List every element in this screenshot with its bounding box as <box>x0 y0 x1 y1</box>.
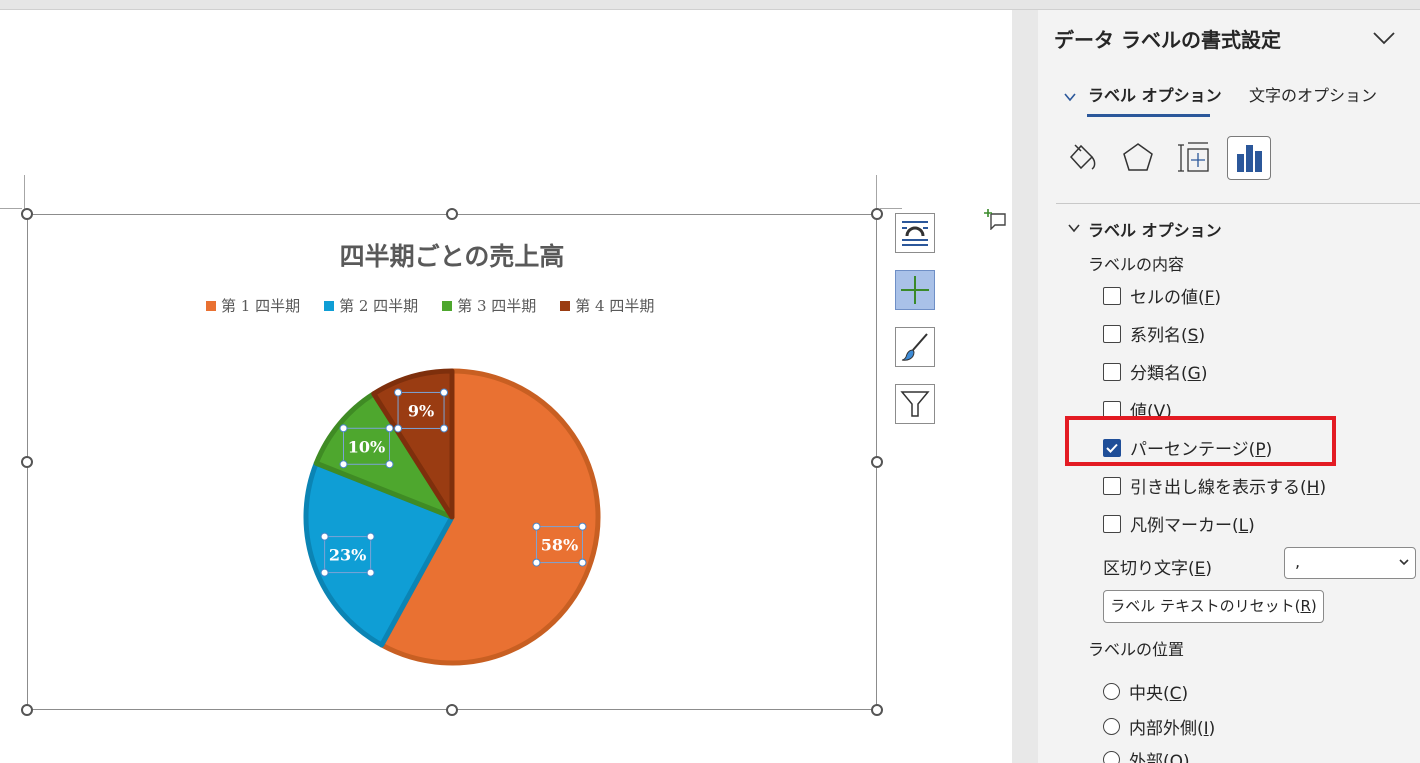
radio-button[interactable] <box>1103 718 1120 735</box>
tab-label-options[interactable]: ラベル オプション <box>1088 82 1222 106</box>
size-properties-button[interactable] <box>1172 136 1216 180</box>
label-handle[interactable] <box>532 558 541 567</box>
checkbox[interactable] <box>1103 362 1121 381</box>
checkbox-label: 引き出し線を表示する(H) <box>1130 478 1327 498</box>
label-handle[interactable] <box>440 424 449 433</box>
radio-button[interactable] <box>1103 751 1120 763</box>
resize-handle-right[interactable] <box>871 456 883 468</box>
fill-line-button[interactable] <box>1060 136 1104 180</box>
resize-handle-left[interactable] <box>21 456 33 468</box>
label-handle[interactable] <box>385 424 394 433</box>
checkbox-show-leader-lines[interactable]: 引き出し線を表示する(H) <box>1103 473 1326 498</box>
radio-center[interactable]: 中央(C) <box>1103 679 1188 704</box>
tab-text-options[interactable]: 文字のオプション <box>1249 82 1377 106</box>
size-properties-icon <box>1178 142 1209 172</box>
checkbox[interactable] <box>1103 286 1121 305</box>
label-handle[interactable] <box>578 558 587 567</box>
radio-label: 外部(O) <box>1129 752 1190 763</box>
label-handle[interactable] <box>394 388 403 397</box>
chevron-down-icon <box>1064 93 1076 102</box>
radio-label: 中央(C) <box>1129 684 1189 704</box>
chevron-down-icon <box>1399 559 1409 566</box>
checkbox-checked[interactable] <box>1103 438 1121 457</box>
layout-options-button[interactable] <box>895 213 935 253</box>
label-contents-title: ラベルの内容 <box>1088 255 1185 274</box>
crop-mark <box>880 208 902 209</box>
resize-handle-top[interactable] <box>446 208 458 220</box>
bar-chart-icon <box>1237 145 1262 172</box>
checkbox-category-name[interactable]: 分類名(G) <box>1103 359 1207 384</box>
paint-bucket-icon <box>1069 144 1096 170</box>
brush-icon <box>901 333 928 361</box>
radio-label: 内部外側(I) <box>1129 719 1216 739</box>
pie-chart[interactable]: 58% 23% 10% 9% <box>28 215 876 709</box>
radio-inside-end[interactable]: 内部外側(I) <box>1103 714 1215 739</box>
top-toolbar-strip <box>0 0 1420 10</box>
layout-options-icon <box>902 221 928 246</box>
label-handle[interactable] <box>532 522 541 531</box>
resize-handle-bottom-left[interactable] <box>21 704 33 716</box>
label-handle[interactable] <box>320 568 329 577</box>
effects-button[interactable] <box>1116 136 1160 180</box>
label-handle[interactable] <box>394 424 403 433</box>
separator-select[interactable]: , <box>1284 547 1416 579</box>
chart-filters-button[interactable] <box>895 384 935 424</box>
radio-button[interactable] <box>1103 683 1120 700</box>
data-label-text: 23% <box>329 546 366 565</box>
label-handle[interactable] <box>366 532 375 541</box>
label-handle[interactable] <box>578 522 587 531</box>
chevron-down-icon[interactable] <box>1068 223 1080 233</box>
chart-area[interactable]: 四半期ごとの売上高 第 1 四半期 第 2 四半期 第 3 四半期 第 4 四半… <box>27 214 877 710</box>
new-comment-icon[interactable] <box>984 208 1006 230</box>
reset-label-text-button[interactable]: ラベル テキストのリセット(R) <box>1103 590 1324 623</box>
checkbox-label: セルの値(F) <box>1130 288 1222 308</box>
section-title-label-options[interactable]: ラベル オプション <box>1088 217 1222 241</box>
checkbox[interactable] <box>1103 514 1121 533</box>
data-label-text: 9% <box>408 401 434 420</box>
panel-title: データ ラベルの書式設定 <box>1054 28 1281 52</box>
separator-value: , <box>1295 552 1301 571</box>
resize-handle-bottom[interactable] <box>446 704 458 716</box>
label-handle[interactable] <box>440 388 449 397</box>
active-tab-indicator <box>1087 114 1210 117</box>
checkbox[interactable] <box>1103 476 1121 495</box>
checkbox-label: 分類名(G) <box>1130 364 1208 384</box>
checkbox-label: 系列名(S) <box>1130 326 1206 346</box>
checkbox-label: パーセンテージ(P) <box>1130 440 1273 460</box>
chevron-down-icon[interactable] <box>1372 28 1396 48</box>
pentagon-icon <box>1123 143 1153 171</box>
checkbox-legend-key[interactable]: 凡例マーカー(L) <box>1103 511 1255 536</box>
resize-handle-top-left[interactable] <box>21 208 33 220</box>
separator-label: 区切り文字(E) <box>1103 559 1213 579</box>
divider <box>1056 203 1420 204</box>
format-data-labels-panel: データ ラベルの書式設定 ラベル オプション 文字のオプション ラベル オプショ… <box>1038 10 1420 763</box>
label-handle[interactable] <box>366 568 375 577</box>
label-handle[interactable] <box>339 460 348 469</box>
plus-icon <box>901 276 929 304</box>
chart-elements-button[interactable] <box>895 270 935 310</box>
filter-icon <box>900 391 930 417</box>
label-options-button[interactable] <box>1227 136 1271 180</box>
checkbox[interactable] <box>1103 324 1121 343</box>
resize-handle-top-right[interactable] <box>871 208 883 220</box>
radio-outside-end[interactable]: 外部(O) <box>1103 747 1190 763</box>
label-handle[interactable] <box>385 460 394 469</box>
label-handle[interactable] <box>320 532 329 541</box>
resize-handle-bottom-right[interactable] <box>871 704 883 716</box>
crop-mark <box>0 208 22 209</box>
label-position-title: ラベルの位置 <box>1088 640 1185 659</box>
data-label-text: 10% <box>348 437 385 456</box>
checkbox-series-name[interactable]: 系列名(S) <box>1103 321 1205 346</box>
checkbox-percentage[interactable]: パーセンテージ(P) <box>1103 435 1272 460</box>
data-label-text: 58% <box>541 536 578 555</box>
checkmark-icon <box>1106 443 1118 453</box>
checkbox-cell-value[interactable]: セルの値(F) <box>1103 283 1221 308</box>
chart-styles-button[interactable] <box>895 327 935 367</box>
label-handle[interactable] <box>339 424 348 433</box>
panel-gutter <box>1012 10 1038 763</box>
checkbox-label: 凡例マーカー(L) <box>1130 516 1255 536</box>
